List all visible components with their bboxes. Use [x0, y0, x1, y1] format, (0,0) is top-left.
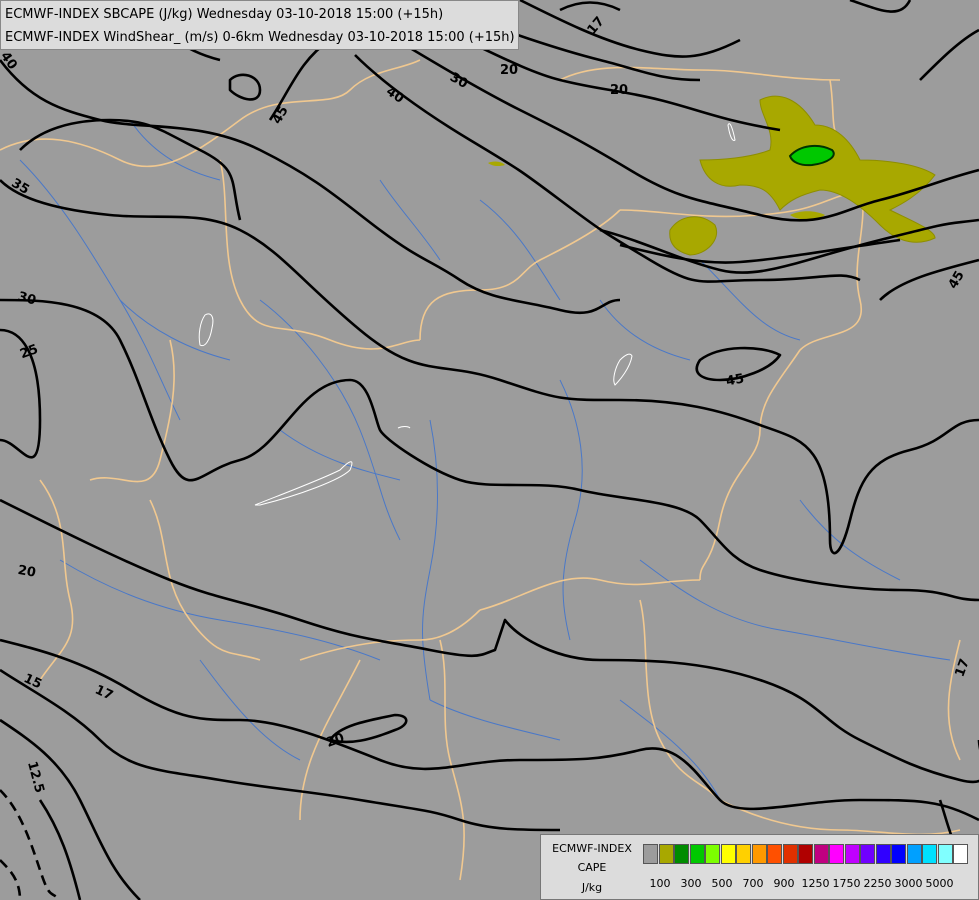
legend-swatch	[953, 844, 968, 864]
legend-swatch	[922, 844, 937, 864]
legend-tick: 900	[773, 877, 795, 890]
legend-swatch	[937, 844, 953, 864]
legend-swatch	[767, 844, 782, 864]
legend-tick: 1750	[832, 877, 861, 890]
contour-label: 20	[17, 563, 37, 581]
legend-swatch	[891, 844, 906, 864]
legend-swatch	[658, 844, 674, 864]
legend-swatch	[643, 844, 658, 864]
cape-legend: ECMWF-INDEX CAPE J/kg 100 300 500 700 900 125…	[540, 834, 979, 900]
legend-swatch	[689, 844, 705, 864]
legend-tick: 100	[649, 877, 671, 890]
contour-label: 20	[610, 83, 628, 98]
legend-swatch	[782, 844, 798, 864]
legend-swatch	[906, 844, 922, 864]
legend-swatch	[736, 844, 751, 864]
title-line-windshear: ECMWF-INDEX WindShear_ (m/s) 0-6km Wedne…	[5, 30, 515, 45]
legend-swatch	[813, 844, 829, 864]
legend-swatch	[674, 844, 689, 864]
legend-swatch	[705, 844, 720, 864]
legend-tick: 500	[711, 877, 733, 890]
legend-tick: 2250	[863, 877, 892, 890]
legend-swatch	[829, 844, 844, 864]
legend-swatch	[875, 844, 891, 864]
legend-tick: 5000	[925, 877, 954, 890]
title-line-cape: ECMWF-INDEX SBCAPE (J/kg) Wednesday 03-1…	[5, 7, 444, 22]
legend-tick: 700	[742, 877, 764, 890]
contour-label: 45	[725, 372, 745, 390]
legend-swatch	[860, 844, 875, 864]
legend-swatch	[844, 844, 860, 864]
weather-map: 40 40 45 30 20 20 17 35 30 25 45 45 20 1…	[0, 0, 979, 900]
legend-swatch	[751, 844, 767, 864]
contour-label: 20	[500, 63, 518, 78]
legend-unit-label: J/kg	[581, 881, 603, 894]
legend-model-label: ECMWF-INDEX	[552, 842, 632, 855]
legend-swatch	[798, 844, 813, 864]
legend-swatch	[720, 844, 736, 864]
legend-field-label: CAPE	[577, 861, 607, 874]
legend-tick: 300	[680, 877, 702, 890]
map-title-box: ECMWF-INDEX SBCAPE (J/kg) Wednesday 03-1…	[0, 0, 519, 50]
legend-tick: 3000	[894, 877, 923, 890]
legend-tick: 1250	[801, 877, 830, 890]
